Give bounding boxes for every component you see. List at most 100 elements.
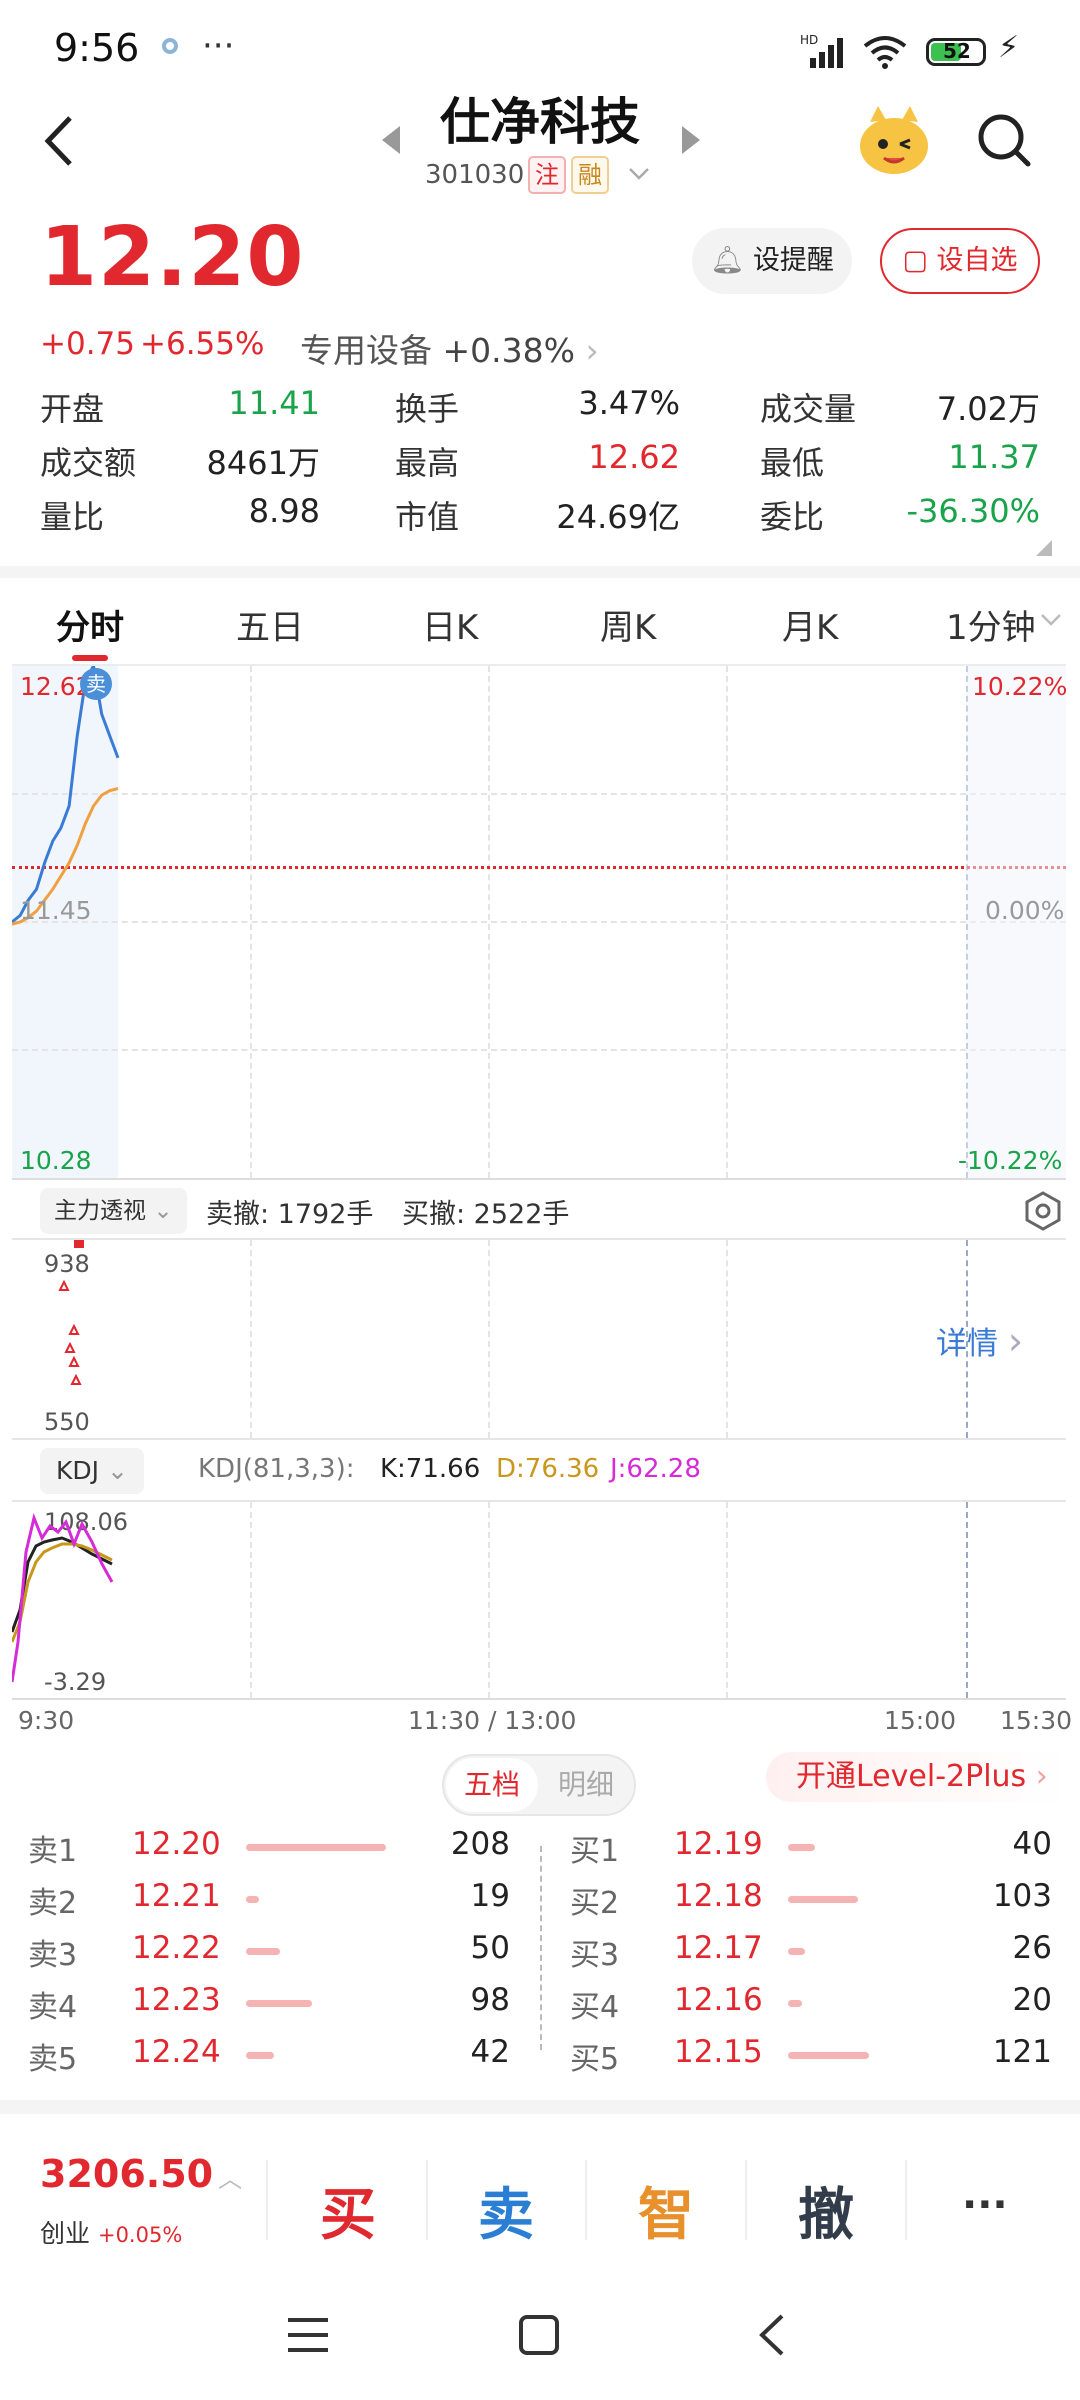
detail-link[interactable]: 详情 › <box>936 1318 1023 1363</box>
sell-level-price[interactable]: 12.22 <box>132 1930 221 1966</box>
sell-button[interactable]: 卖 <box>478 2170 534 2251</box>
set-reminder-button[interactable]: 🔔︎ 设提醒 <box>692 228 852 294</box>
sell-level-price[interactable]: 12.20 <box>132 1826 221 1862</box>
buy-button[interactable]: 买 <box>320 2170 376 2251</box>
stock-code: 301030 <box>425 160 525 190</box>
stat-label: 最高 <box>395 444 460 482</box>
buy-level-bar <box>788 2000 802 2007</box>
stat-label: 成交量 <box>760 390 857 428</box>
tab-one-minute[interactable]: 1分钟 <box>946 600 1036 649</box>
sell-level-price[interactable]: 12.24 <box>132 2034 221 2070</box>
home-nav-icon[interactable] <box>518 2314 560 2356</box>
next-stock-icon[interactable] <box>680 124 702 156</box>
indicator-selector-main[interactable]: 主力透视 ⌄ <box>40 1188 187 1234</box>
intraday-chart[interactable] <box>12 666 1066 1178</box>
buy-level-bar <box>788 1948 805 1955</box>
stat-label: 市值 <box>395 498 460 536</box>
notification-icon <box>162 38 178 54</box>
kdj-chart[interactable] <box>12 1502 132 1698</box>
buy-level-volume: 40 <box>1012 1826 1052 1862</box>
tab-daily-k[interactable]: 日K <box>422 600 478 649</box>
tab-details[interactable]: 明细 <box>540 1758 632 1812</box>
tag-margin: 融 <box>571 156 609 194</box>
sell-level-label: 卖2 <box>28 1886 78 1921</box>
chevron-right-icon: › <box>585 331 599 370</box>
index-name: 创业 <box>40 2219 91 2248</box>
sell-level-volume: 42 <box>470 2034 510 2070</box>
sell-level-price[interactable]: 12.23 <box>132 1982 221 2018</box>
tab-five-day[interactable]: 五日 <box>236 600 304 649</box>
sell-level-volume: 50 <box>470 1930 510 1966</box>
chevron-right-icon: › <box>1035 1759 1048 1794</box>
sell-level-volume: 98 <box>470 1982 510 2018</box>
volume-axis-bottom: 550 <box>44 1408 90 1436</box>
tag-register: 注 <box>528 156 566 194</box>
index-ticker[interactable]: 3206.50 ︿ <box>40 2152 242 2196</box>
sector-pct: +0.38% <box>442 331 575 370</box>
pct-axis-mid: 0.00% <box>985 896 1065 925</box>
stat-value: 8461万 <box>206 444 320 482</box>
level2-promo-button[interactable]: 开通Level-2Plus › <box>766 1752 1066 1802</box>
buy-level-price[interactable]: 12.16 <box>674 1982 763 2018</box>
time-axis-start: 9:30 <box>18 1706 75 1735</box>
bell-icon: 🔔︎ <box>710 245 745 276</box>
tab-monthly-k[interactable]: 月K <box>782 600 838 649</box>
status-time: 9:56 <box>54 26 140 70</box>
buy-level-price[interactable]: 12.18 <box>674 1878 763 1914</box>
detail-label: 详情 <box>936 1326 998 1362</box>
sector-link[interactable]: 专用设备 +0.38% › <box>300 324 599 372</box>
mascot-icon[interactable] <box>856 104 932 176</box>
sell-level-bar <box>246 2000 312 2007</box>
tab-five-levels[interactable]: 五档 <box>446 1758 538 1812</box>
buy-level-volume: 26 <box>1012 1930 1052 1966</box>
buy-level-label: 买4 <box>570 1990 620 2025</box>
buy-level-price[interactable]: 12.19 <box>674 1826 763 1862</box>
price-change-pct: +6.55% <box>140 326 265 362</box>
stat-value: 11.41 <box>228 384 320 422</box>
stat-label: 开盘 <box>40 390 105 428</box>
buy-level-price[interactable]: 12.15 <box>674 2034 763 2070</box>
chevron-right-icon: › <box>1007 1319 1024 1363</box>
menu-nav-icon[interactable] <box>286 2316 330 2354</box>
kdj-selector-label: KDJ <box>56 1456 100 1485</box>
stat-value: 12.62 <box>588 438 680 476</box>
more-button[interactable]: ··· <box>962 2182 1008 2228</box>
sell-level-price[interactable]: 12.21 <box>132 1878 221 1914</box>
kdj-k-value: K:71.66 <box>380 1454 481 1484</box>
tab-weekly-k[interactable]: 周K <box>600 600 656 649</box>
settings-hexagon-icon[interactable] <box>1022 1190 1064 1232</box>
back-nav-icon[interactable] <box>756 2312 786 2358</box>
sell-level-bar <box>246 1896 259 1903</box>
sell-signal-marker[interactable]: 卖 <box>80 668 112 700</box>
chevron-down-icon[interactable] <box>1040 612 1062 628</box>
stat-label: 委比 <box>760 498 825 536</box>
kdj-j-value: J:62.28 <box>610 1454 701 1484</box>
expand-corner-icon[interactable] <box>1036 540 1052 556</box>
buy-level-volume: 121 <box>992 2034 1052 2070</box>
buy-level-volume: 20 <box>1012 1982 1052 2018</box>
kdj-d-value: D:76.36 <box>496 1454 600 1484</box>
sell-level-bar <box>246 2052 274 2059</box>
sell-level-label: 卖5 <box>28 2042 78 2077</box>
buy-level-price[interactable]: 12.17 <box>674 1930 763 1966</box>
sell-level-volume: 208 <box>450 1826 510 1862</box>
smart-trade-button[interactable]: 智 <box>638 2170 694 2251</box>
chevron-down-icon[interactable] <box>628 166 650 182</box>
active-tab-indicator <box>72 655 108 661</box>
tab-intraday[interactable]: 分时 <box>56 600 124 649</box>
stat-value: 7.02万 <box>936 390 1040 428</box>
volume-axis-top: 938 <box>44 1250 90 1278</box>
divider <box>0 2100 1080 2114</box>
pct-axis-bottom: -10.22% <box>958 1146 1063 1175</box>
chart-bottom-border <box>12 1178 1066 1180</box>
search-icon[interactable] <box>976 112 1032 170</box>
chevron-down-icon: ⌄ <box>153 1198 173 1224</box>
sell-level-volume: 19 <box>470 1878 510 1914</box>
indicator-selector-kdj[interactable]: KDJ ⌄ <box>40 1448 144 1494</box>
battery-level: 52 <box>943 39 971 63</box>
charging-icon: ⚡ <box>998 30 1020 65</box>
cancel-order-button[interactable]: 撤 <box>798 2170 854 2251</box>
buy-level-bar <box>788 1896 858 1903</box>
add-watchlist-button[interactable]: ▢ 设自选 <box>880 228 1040 294</box>
sell-level-label: 卖4 <box>28 1990 78 2025</box>
